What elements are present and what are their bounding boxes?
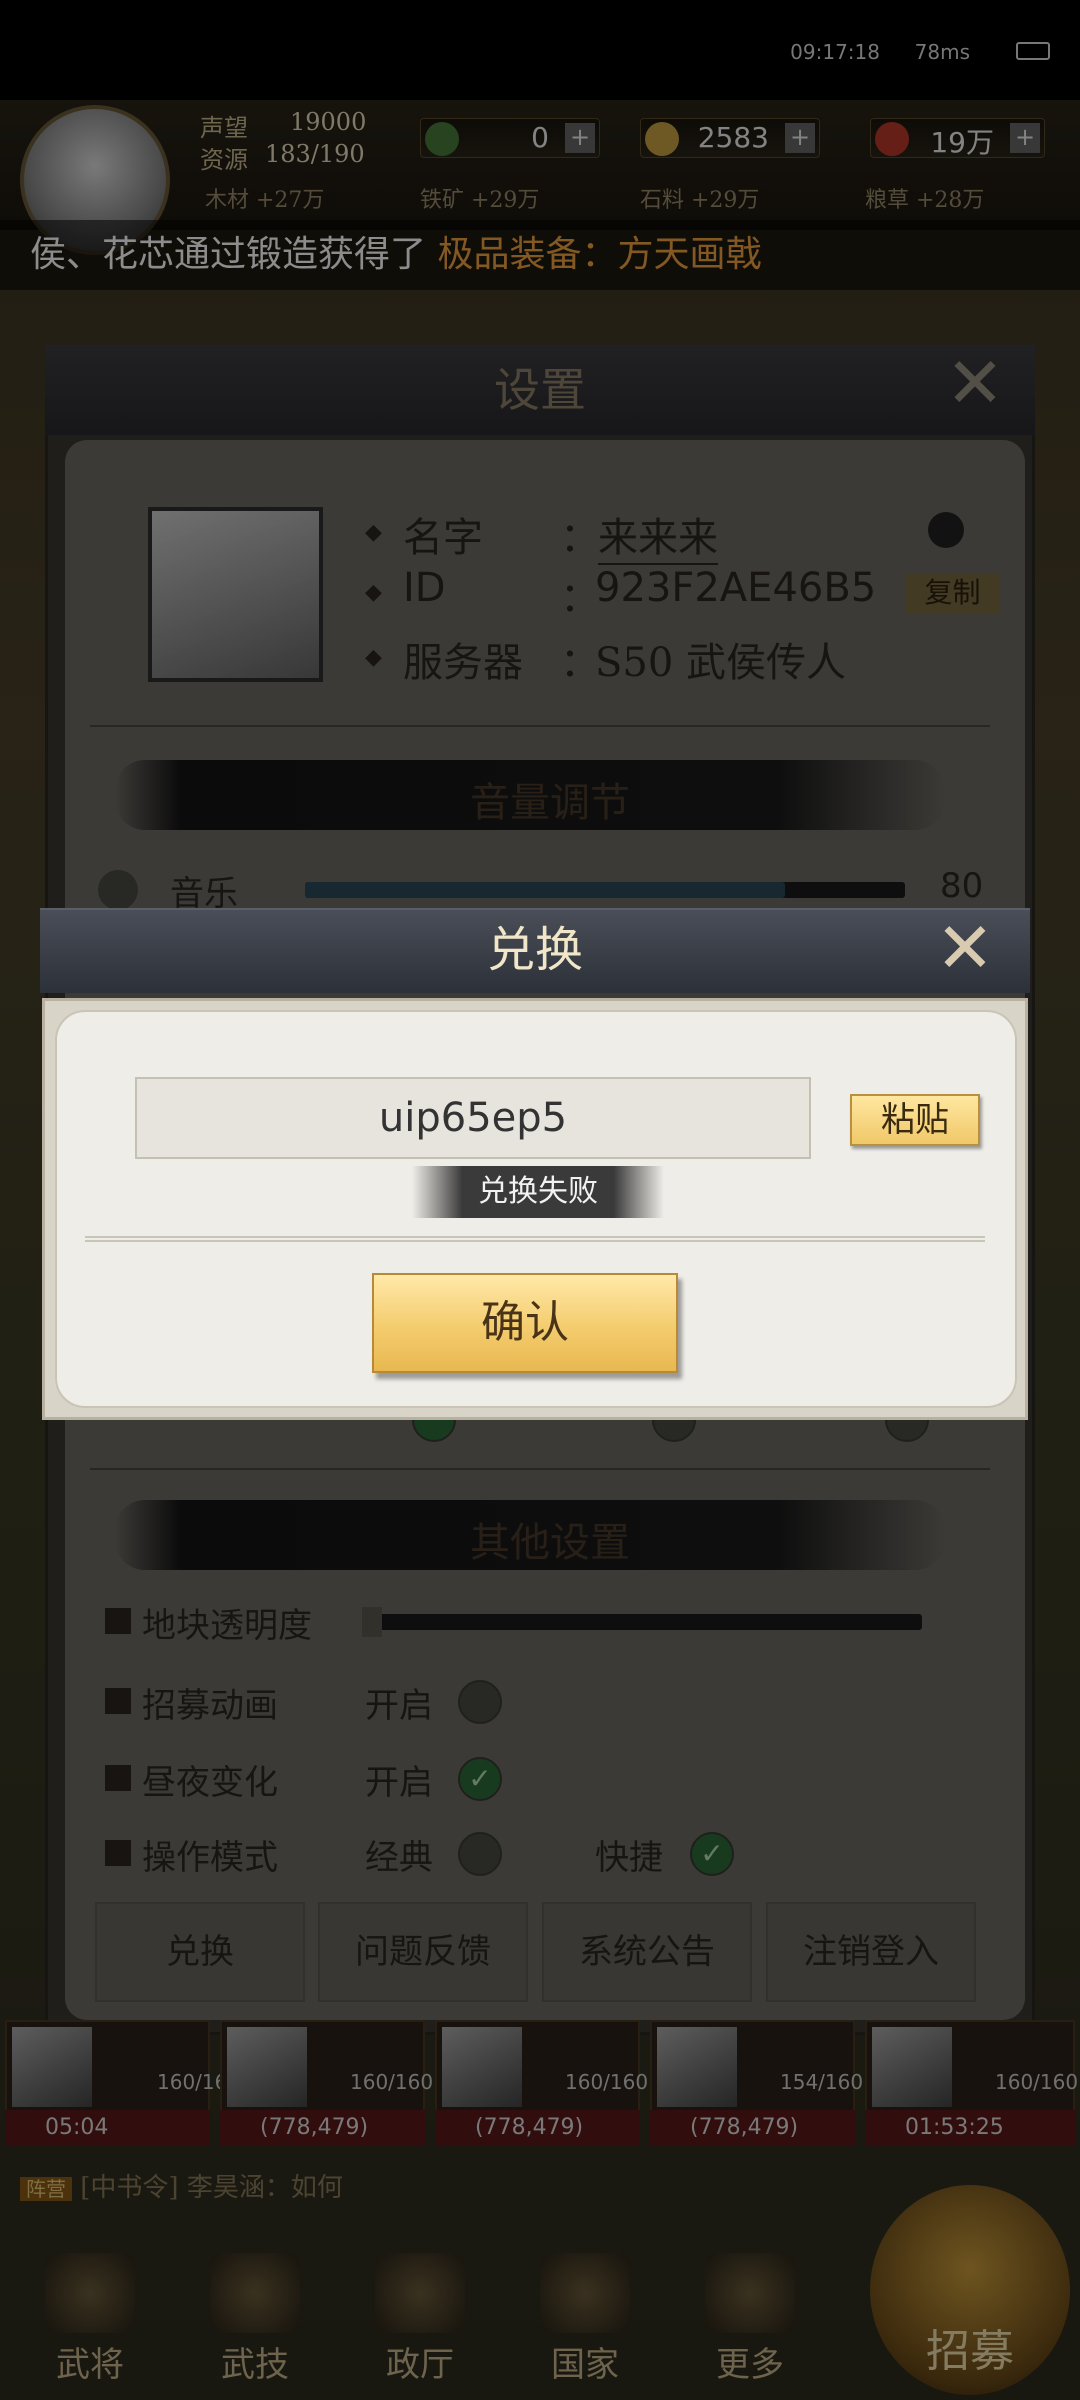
dialog-divider: [85, 1236, 985, 1242]
exchange-close-icon[interactable]: ✕: [930, 913, 1000, 985]
clock: 09:17:18: [790, 40, 880, 64]
paste-button[interactable]: 粘贴: [850, 1094, 980, 1146]
exchange-status-message: 兑换失败: [412, 1166, 664, 1218]
exchange-code-input[interactable]: uip65ep5: [135, 1077, 811, 1159]
game-screen: 09:17:18 78ms 声望 19000 资源 183/190 0 + 25…: [0, 0, 1080, 2400]
network-latency: 78ms: [914, 40, 970, 64]
exchange-dialog-title: 兑换: [486, 922, 583, 978]
status-bar: 09:17:18 78ms: [0, 0, 1080, 100]
confirm-button[interactable]: 确认: [372, 1273, 678, 1373]
battery-icon: [1016, 42, 1050, 60]
